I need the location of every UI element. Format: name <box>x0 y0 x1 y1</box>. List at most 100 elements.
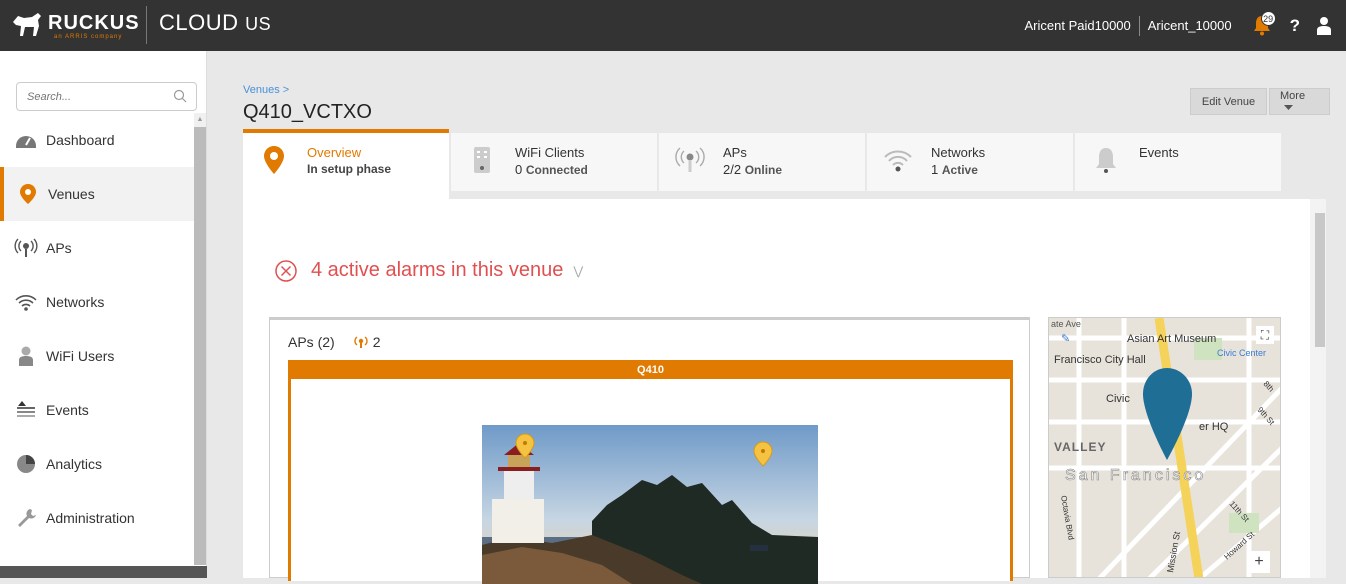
tab-events[interactable]: Events <box>1075 133 1281 191</box>
sidebar-scrollbar[interactable] <box>194 113 206 565</box>
main-content: Venues > Q410_VCTXO Edit Venue More Over… <box>207 51 1346 584</box>
venue-pin-icon <box>259 145 289 175</box>
map-label-civic-center: Civic Center <box>1217 348 1266 358</box>
aps-floorplan-card: APs (2) 2 Q410 <box>269 317 1030 584</box>
wifi-icon <box>883 145 913 175</box>
sidebar-item-label: Dashboard <box>46 132 115 148</box>
ap-marker-icon[interactable] <box>753 441 773 467</box>
sidebar-item-label: WiFi Users <box>46 348 115 364</box>
events-icon <box>14 399 38 421</box>
sidebar-item-label: APs <box>46 240 72 256</box>
ap-signal-icon <box>14 237 38 259</box>
sidebar-scroll-up-arrow[interactable]: ▲ <box>194 113 206 127</box>
tab-count-value: 0 <box>515 162 523 177</box>
sidebar-item-aps[interactable]: APs <box>0 221 194 275</box>
aps-card-title: APs (2) <box>288 334 335 350</box>
top-bar: RUCKUS an ARRIS company CLOUD US Aricent… <box>0 0 1346 51</box>
sidebar-item-label: Analytics <box>46 456 103 472</box>
map-fullscreen-icon[interactable]: ⛶ <box>1256 326 1274 344</box>
account-divider <box>1138 15 1140 36</box>
main-scroll-thumb[interactable] <box>1315 213 1325 347</box>
double-chevron-down-icon[interactable]: ⋁ <box>573 264 583 278</box>
notification-count: 29 <box>1260 10 1276 26</box>
aps-count-value: 2 <box>372 334 381 350</box>
sidebar-item-networks[interactable]: Networks <box>0 275 194 329</box>
region-label: US <box>245 14 272 34</box>
edit-venue-button[interactable]: Edit Venue <box>1190 88 1267 115</box>
sidebar-item-label: Venues <box>48 186 95 202</box>
tab-count-unit: Active <box>941 163 978 177</box>
wrench-icon <box>14 507 38 529</box>
tab-count-unit: Connected <box>525 163 588 177</box>
tenant-name[interactable]: Aricent_10000 <box>1148 18 1232 33</box>
venue-map[interactable]: Asian Art Museum Francisco City Hall Civ… <box>1048 317 1281 578</box>
map-label-city: San Francisco <box>1065 467 1206 484</box>
main-scrollbar[interactable] <box>1310 199 1326 578</box>
sidebar-item-events[interactable]: Events <box>0 383 194 437</box>
analytics-icon <box>14 453 38 475</box>
product-label: CLOUD <box>159 10 239 35</box>
tab-count-unit: Online <box>744 163 783 177</box>
sidebar-item-label: Events <box>46 402 89 418</box>
tab-title: APs <box>723 145 747 160</box>
tab-count: 0 Connected <box>515 162 588 177</box>
sidebar-item-label: Administration <box>46 510 135 526</box>
sidebar-item-dashboard[interactable]: Dashboard <box>0 113 194 167</box>
tab-overview[interactable]: Overview In setup phase <box>243 129 449 199</box>
device-icon <box>467 145 497 175</box>
sidebar-item-venues[interactable]: Venues <box>0 167 194 221</box>
floorplan[interactable]: Q410 <box>288 360 1013 584</box>
help-button[interactable]: ? <box>1290 16 1300 36</box>
aps-count: 2 <box>353 334 381 350</box>
sidebar-footer-bar <box>0 566 207 578</box>
sidebar: Dashboard Venues APs Networks WiFi Users <box>0 51 207 578</box>
dashboard-icon <box>14 129 38 151</box>
tab-count: 2/2 Online <box>723 162 782 177</box>
overview-panel: 4 active alarms in this venue ⋁ APs (2) … <box>243 199 1310 584</box>
account-name[interactable]: Aricent Paid10000 <box>1025 18 1131 33</box>
search-icon[interactable] <box>173 89 187 103</box>
notifications-button[interactable]: 29 <box>1252 10 1276 38</box>
venue-tabs: Overview In setup phase WiFi Clients 0 C… <box>243 129 1283 199</box>
alarm-summary[interactable]: 4 active alarms in this venue ⋁ <box>275 259 583 282</box>
bell-icon <box>1091 145 1121 175</box>
alarm-text: 4 active alarms in this venue <box>311 259 564 281</box>
map-label-hq: er HQ <box>1199 421 1229 433</box>
tab-count-value: 2/2 <box>723 162 742 177</box>
tab-title: Events <box>1139 145 1179 160</box>
search-input[interactable] <box>17 83 157 110</box>
tab-wifi-clients[interactable]: WiFi Clients 0 Connected <box>451 133 657 191</box>
tab-aps[interactable]: APs 2/2 Online <box>659 133 865 191</box>
venue-pin-icon <box>16 183 40 205</box>
tab-count: 1 Active <box>931 162 985 177</box>
breadcrumb-venues[interactable]: Venues > <box>243 84 289 96</box>
tab-title: Overview <box>307 145 362 160</box>
brand-name: RUCKUS <box>48 11 140 34</box>
logo-divider <box>146 6 147 44</box>
sidebar-item-analytics[interactable]: Analytics <box>0 437 194 491</box>
map-zoom-in-button[interactable]: + <box>1248 551 1270 573</box>
brand-subtitle: an ARRIS company <box>54 34 123 40</box>
ap-signal-icon <box>354 336 368 348</box>
ap-marker-icon[interactable] <box>515 433 535 459</box>
tab-networks[interactable]: Networks 1 Active <box>867 133 1073 191</box>
product-name: CLOUD US <box>159 10 271 36</box>
map-label-valley: VALLEY <box>1054 440 1106 454</box>
more-button[interactable]: More <box>1269 88 1330 115</box>
tab-count-value: 1 <box>931 162 939 177</box>
user-menu-icon[interactable] <box>1316 16 1332 36</box>
sidebar-nav: Dashboard Venues APs Networks WiFi Users <box>0 113 194 545</box>
sidebar-item-wifi-users[interactable]: WiFi Users <box>0 329 194 383</box>
ruckus-logo[interactable]: RUCKUS an ARRIS company <box>10 8 140 40</box>
map-label-city-hall: Francisco City Hall <box>1054 354 1146 366</box>
map-label-ave: ate Ave <box>1051 319 1081 329</box>
sidebar-item-label: Networks <box>46 294 105 310</box>
user-icon <box>14 345 38 367</box>
header-actions: Aricent Paid10000 Aricent_10000 29 ? <box>1025 0 1332 51</box>
sidebar-item-administration[interactable]: Administration <box>0 491 194 545</box>
floor-name: Q410 <box>291 363 1010 379</box>
tab-title: Networks <box>931 145 986 160</box>
map-edit-icon[interactable]: ✎ <box>1061 332 1070 345</box>
page-title: Q410_VCTXO <box>243 101 372 123</box>
search-box <box>16 82 197 111</box>
